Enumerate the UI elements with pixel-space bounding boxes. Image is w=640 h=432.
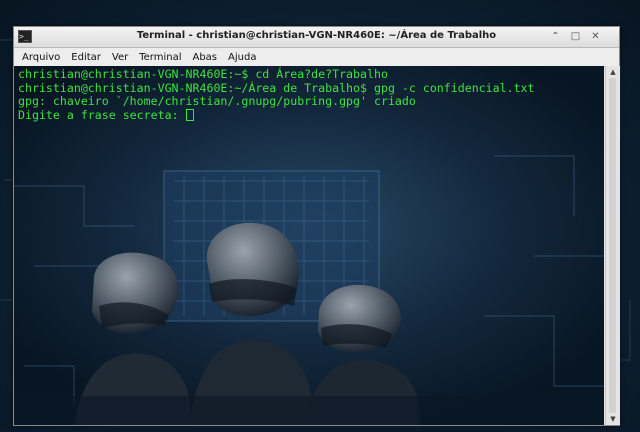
terminal-line: christian@christian-VGN-NR460E:~$ cd Áre… bbox=[18, 67, 388, 81]
menu-abas[interactable]: Abas bbox=[192, 52, 217, 63]
terminal-line: christian@christian-VGN-NR460E:~/Área de… bbox=[18, 80, 535, 95]
menu-editar[interactable]: Editar bbox=[71, 52, 101, 63]
menu-ajuda[interactable]: Ajuda bbox=[228, 52, 256, 63]
menu-arquivo[interactable]: Arquivo bbox=[22, 52, 60, 63]
menu-bar: Arquivo Editar Ver Terminal Abas Ajuda bbox=[14, 48, 619, 67]
terminal-cursor[interactable] bbox=[185, 108, 194, 121]
minimize-icon[interactable]: ⌃ bbox=[550, 31, 561, 42]
scrollbar-track[interactable] bbox=[609, 78, 616, 413]
terminal-area[interactable]: christian@christian-VGN-NR460E:~$ cd Áre… bbox=[14, 66, 604, 425]
passphrase-prompt: Digite a frase secreta: bbox=[18, 107, 186, 122]
window-title: Terminal - christian@christian-VGN-NR460… bbox=[136, 30, 497, 41]
maximize-icon[interactable]: □ bbox=[570, 31, 581, 42]
terminal-window: >_ Terminal - christian@christian-VGN-NR… bbox=[13, 26, 620, 426]
vertical-scrollbar[interactable]: ▲ ▼ bbox=[605, 66, 620, 425]
scroll-up-icon[interactable]: ▲ bbox=[606, 66, 620, 78]
menu-ver[interactable]: Ver bbox=[112, 52, 128, 63]
close-icon[interactable]: ✕ bbox=[590, 31, 601, 42]
menu-terminal[interactable]: Terminal bbox=[139, 52, 181, 63]
title-bar[interactable]: >_ Terminal - christian@christian-VGN-NR… bbox=[14, 27, 619, 48]
terminal-output: christian@christian-VGN-NR460E:~$ cd Áre… bbox=[18, 67, 535, 123]
terminal-prompt-line: Digite a frase secreta: bbox=[18, 107, 535, 123]
terminal-line: gpg: chaveiro `/home/christian/.gnupg/pu… bbox=[18, 94, 416, 108]
scroll-down-icon[interactable]: ▼ bbox=[606, 413, 620, 425]
